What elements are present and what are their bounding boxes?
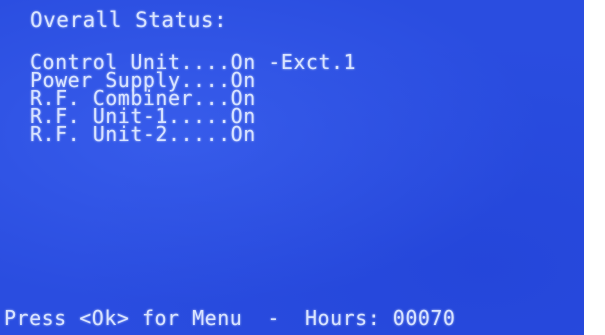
status-line-rf-unit-2: R.F. Unit-2.....On [30,122,256,146]
lcd-screen: Overall Status: Control Unit....On -Exct… [0,0,605,335]
screen-bezel [584,0,605,335]
footer-status-bar: Press <Ok> for Menu - Hours: 00070 [4,306,456,330]
status-list: Control Unit....On -Exct.1 Power Supply.… [30,52,356,146]
screen-title: Overall Status: [30,8,228,32]
